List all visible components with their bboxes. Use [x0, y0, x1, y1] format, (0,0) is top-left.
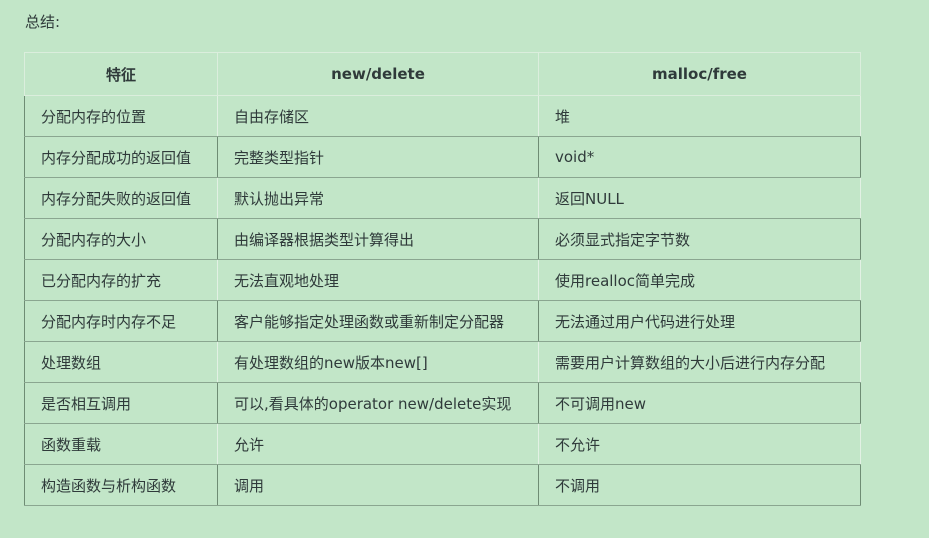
cell-feature: 分配内存时内存不足: [24, 300, 218, 342]
table-row: 内存分配失败的返回值 默认抛出异常 返回NULL: [24, 177, 861, 219]
cell-malloc-free: 需要用户计算数组的大小后进行内存分配: [538, 341, 861, 383]
cell-malloc-free: 无法通过用户代码进行处理: [538, 300, 861, 342]
table-row: 分配内存时内存不足 客户能够指定处理函数或重新制定分配器 无法通过用户代码进行处…: [24, 300, 861, 342]
cell-new-delete: 调用: [217, 464, 539, 506]
cell-malloc-free: 不允许: [538, 423, 861, 465]
cell-new-delete: 由编译器根据类型计算得出: [217, 218, 539, 260]
table-row: 函数重载 允许 不允许: [24, 423, 861, 465]
cell-new-delete: 可以,看具体的operator new/delete实现: [217, 382, 539, 424]
comparison-table: 特征 new/delete malloc/free 分配内存的位置 自由存储区 …: [24, 52, 861, 506]
cell-feature: 分配内存的位置: [24, 95, 218, 137]
cell-malloc-free: 使用realloc简单完成: [538, 259, 861, 301]
table-header-row: 特征 new/delete malloc/free: [24, 52, 861, 96]
cell-feature: 内存分配失败的返回值: [24, 177, 218, 219]
table-row: 是否相互调用 可以,看具体的operator new/delete实现 不可调用…: [24, 382, 861, 424]
cell-feature: 处理数组: [24, 341, 218, 383]
header-feature: 特征: [24, 52, 218, 96]
cell-new-delete: 有处理数组的new版本new[]: [217, 341, 539, 383]
cell-malloc-free: 不调用: [538, 464, 861, 506]
header-new-delete: new/delete: [217, 52, 539, 96]
table-row: 内存分配成功的返回值 完整类型指针 void*: [24, 136, 861, 178]
table-row: 处理数组 有处理数组的new版本new[] 需要用户计算数组的大小后进行内存分配: [24, 341, 861, 383]
cell-feature: 已分配内存的扩充: [24, 259, 218, 301]
table-row: 构造函数与析构函数 调用 不调用: [24, 464, 861, 506]
summary-label: 总结:: [25, 13, 61, 31]
cell-new-delete: 客户能够指定处理函数或重新制定分配器: [217, 300, 539, 342]
cell-malloc-free: 不可调用new: [538, 382, 861, 424]
table-row: 已分配内存的扩充 无法直观地处理 使用realloc简单完成: [24, 259, 861, 301]
cell-feature: 是否相互调用: [24, 382, 218, 424]
cell-malloc-free: 必须显式指定字节数: [538, 218, 861, 260]
cell-feature: 内存分配成功的返回值: [24, 136, 218, 178]
cell-new-delete: 无法直观地处理: [217, 259, 539, 301]
header-malloc-free: malloc/free: [538, 52, 861, 96]
cell-malloc-free: 返回NULL: [538, 177, 861, 219]
cell-new-delete: 自由存储区: [217, 95, 539, 137]
cell-new-delete: 默认抛出异常: [217, 177, 539, 219]
table-row: 分配内存的大小 由编译器根据类型计算得出 必须显式指定字节数: [24, 218, 861, 260]
table-row: 分配内存的位置 自由存储区 堆: [24, 95, 861, 137]
cell-new-delete: 完整类型指针: [217, 136, 539, 178]
cell-malloc-free: void*: [538, 136, 861, 178]
cell-feature: 分配内存的大小: [24, 218, 218, 260]
cell-malloc-free: 堆: [538, 95, 861, 137]
cell-feature: 函数重载: [24, 423, 218, 465]
cell-new-delete: 允许: [217, 423, 539, 465]
cell-feature: 构造函数与析构函数: [24, 464, 218, 506]
